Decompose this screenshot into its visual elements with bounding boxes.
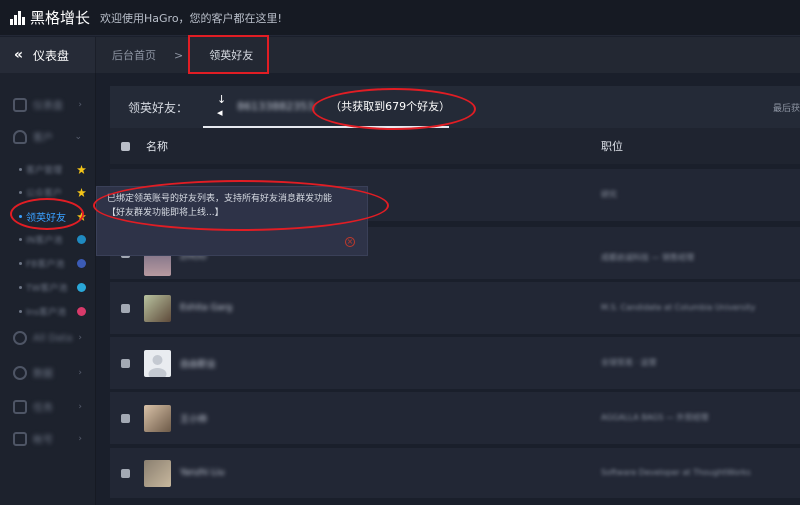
column-header-name: 名称 — [146, 140, 168, 153]
chevron-right-icon: › — [78, 99, 82, 110]
table-header: 名称 职位 — [110, 128, 800, 164]
sidebar-item-label: 任务 — [33, 403, 53, 414]
account-arrow-icon: ↓ ◂ — [217, 93, 227, 119]
close-icon[interactable]: × — [345, 237, 355, 247]
dashboard-button[interactable]: « 仪表盘 — [0, 37, 96, 73]
double-chevron-left-icon: « — [14, 47, 24, 63]
dashboard-label: 仪表盘 — [33, 48, 70, 63]
annotation-rectangle — [188, 35, 269, 74]
chevron-right-icon: › — [78, 367, 82, 378]
sidebar-item-account[interactable]: 帐号 › — [0, 431, 96, 446]
breadcrumb-home[interactable]: 后台首页 — [112, 47, 156, 63]
star-icon — [77, 188, 86, 197]
avatar — [144, 459, 171, 487]
logo-text: 黑格增长 — [30, 9, 91, 27]
sidebar-item-tasks[interactable]: 任务 › — [0, 399, 96, 414]
twitter-badge-icon — [77, 283, 86, 292]
facebook-badge-icon — [77, 259, 86, 268]
sidebar-item-customers[interactable]: 客户 ⌄ — [0, 129, 96, 144]
sidebar-subitem-label: Ins客户池 — [26, 308, 67, 318]
row-checkbox[interactable] — [121, 358, 130, 368]
annotation-ellipse-tooltip — [93, 180, 389, 231]
breadcrumb-separator: > — [174, 48, 184, 62]
annotation-ellipse-sidebar — [10, 198, 84, 230]
avatar — [144, 294, 171, 322]
select-all-checkbox[interactable] — [121, 141, 130, 151]
sidebar-subitem-label: TW客户池 — [26, 284, 68, 294]
logo-icon — [10, 10, 26, 25]
sidebar-subitem-tw-pool[interactable]: TW客户池 — [0, 281, 96, 294]
data-icon — [13, 331, 27, 345]
sidebar-item-label: 帐号 — [33, 435, 53, 446]
row-position: 成都启诚科技 — 销售经理 — [601, 253, 695, 262]
table-row[interactable]: Eshita Garg M.S. Candidate at Columbia U… — [110, 282, 800, 334]
tab-bar-label: 领英好友： — [128, 100, 189, 115]
chevron-right-icon: › — [78, 333, 82, 343]
linkedin-badge-icon — [77, 235, 86, 244]
avatar — [144, 404, 171, 432]
row-name: Yanzhi Liu — [180, 468, 225, 478]
row-position: AGGALLA BAGS — 外贸经理 — [601, 413, 709, 422]
row-name: Eshita Garg — [180, 303, 233, 313]
home-icon — [13, 97, 27, 112]
sidebar-subitem-ins-pool[interactable]: Ins客户池 — [0, 305, 96, 318]
task-icon — [13, 399, 27, 414]
sidebar-subitem-in-pool[interactable]: IN客户池 — [0, 233, 96, 246]
sidebar-subitem-fb-pool[interactable]: FB客户池 — [0, 257, 96, 270]
sidebar-subitem-customer-manage[interactable]: 客户管理 — [0, 163, 96, 176]
row-name: 自由职业 — [180, 359, 217, 370]
row-name: 王小帅 — [180, 414, 208, 425]
top-bar: 黑格增长 欢迎使用HaGro，您的客户都在这里! — [0, 0, 800, 36]
sidebar-item-all-data[interactable]: All Data › — [0, 331, 96, 345]
table-row[interactable]: 王小帅 AGGALLA BAGS — 外贸经理 — [110, 392, 800, 444]
sort-link[interactable]: 最后获 — [773, 101, 800, 114]
sidebar-item-label: 数据 — [33, 369, 53, 380]
row-position: Software Developer at ThoughtWorks — [601, 468, 751, 477]
avatar — [144, 349, 171, 377]
main-content: 领英好友： ↓ ◂ 86133882353 （共获取到679个好友） 最后获 名… — [110, 86, 800, 505]
sidebar-subitem-label: 客户管理 — [26, 166, 63, 176]
row-checkbox[interactable] — [121, 413, 130, 423]
chevron-down-icon: ⌄ — [74, 131, 82, 142]
row-position: M.S. Candidate at Columbia University — [601, 303, 756, 312]
sidebar-item-label: All Data — [33, 332, 73, 344]
user-icon — [13, 129, 27, 144]
welcome-text: 欢迎使用HaGro，您的客户都在这里! — [100, 11, 282, 25]
instagram-badge-icon — [77, 307, 86, 316]
table-row[interactable]: 自由职业 全球贸易 · 运营 — [110, 337, 800, 389]
sidebar-item-label: 客户 — [33, 133, 53, 144]
row-checkbox[interactable] — [121, 303, 130, 313]
sidebar-subitem-label: IN客户池 — [26, 236, 63, 246]
breadcrumb-bar: « 仪表盘 后台首页 > 领英好友 — [0, 37, 800, 73]
row-position: 全球贸易 · 运营 — [601, 358, 657, 367]
logo[interactable]: 黑格增长 — [0, 7, 100, 28]
sidebar-item-label: 仪表盘 — [33, 101, 63, 112]
row-position: 研究 — [601, 190, 617, 199]
sidebar-subitem-label: FB客户池 — [26, 260, 65, 270]
row-checkbox[interactable] — [121, 468, 130, 478]
chart-icon — [13, 365, 27, 380]
column-header-position: 职位 — [601, 140, 623, 153]
annotation-ellipse-count — [312, 88, 476, 130]
star-icon — [77, 165, 86, 174]
sidebar: 仪表盘 › 客户 ⌄ 客户管理 公众客户 领英好友 IN客户池 FB客户池 TW… — [0, 73, 96, 505]
chevron-right-icon: › — [78, 401, 82, 412]
lock-icon — [13, 431, 27, 446]
sidebar-item-dashboard[interactable]: 仪表盘 › — [0, 97, 96, 112]
sidebar-item-data[interactable]: 数据 › — [0, 365, 96, 380]
table-row[interactable]: Yanzhi Liu Software Developer at Thought… — [110, 448, 800, 498]
chevron-right-icon: › — [78, 433, 82, 444]
account-id: 86133882353 — [237, 99, 315, 113]
